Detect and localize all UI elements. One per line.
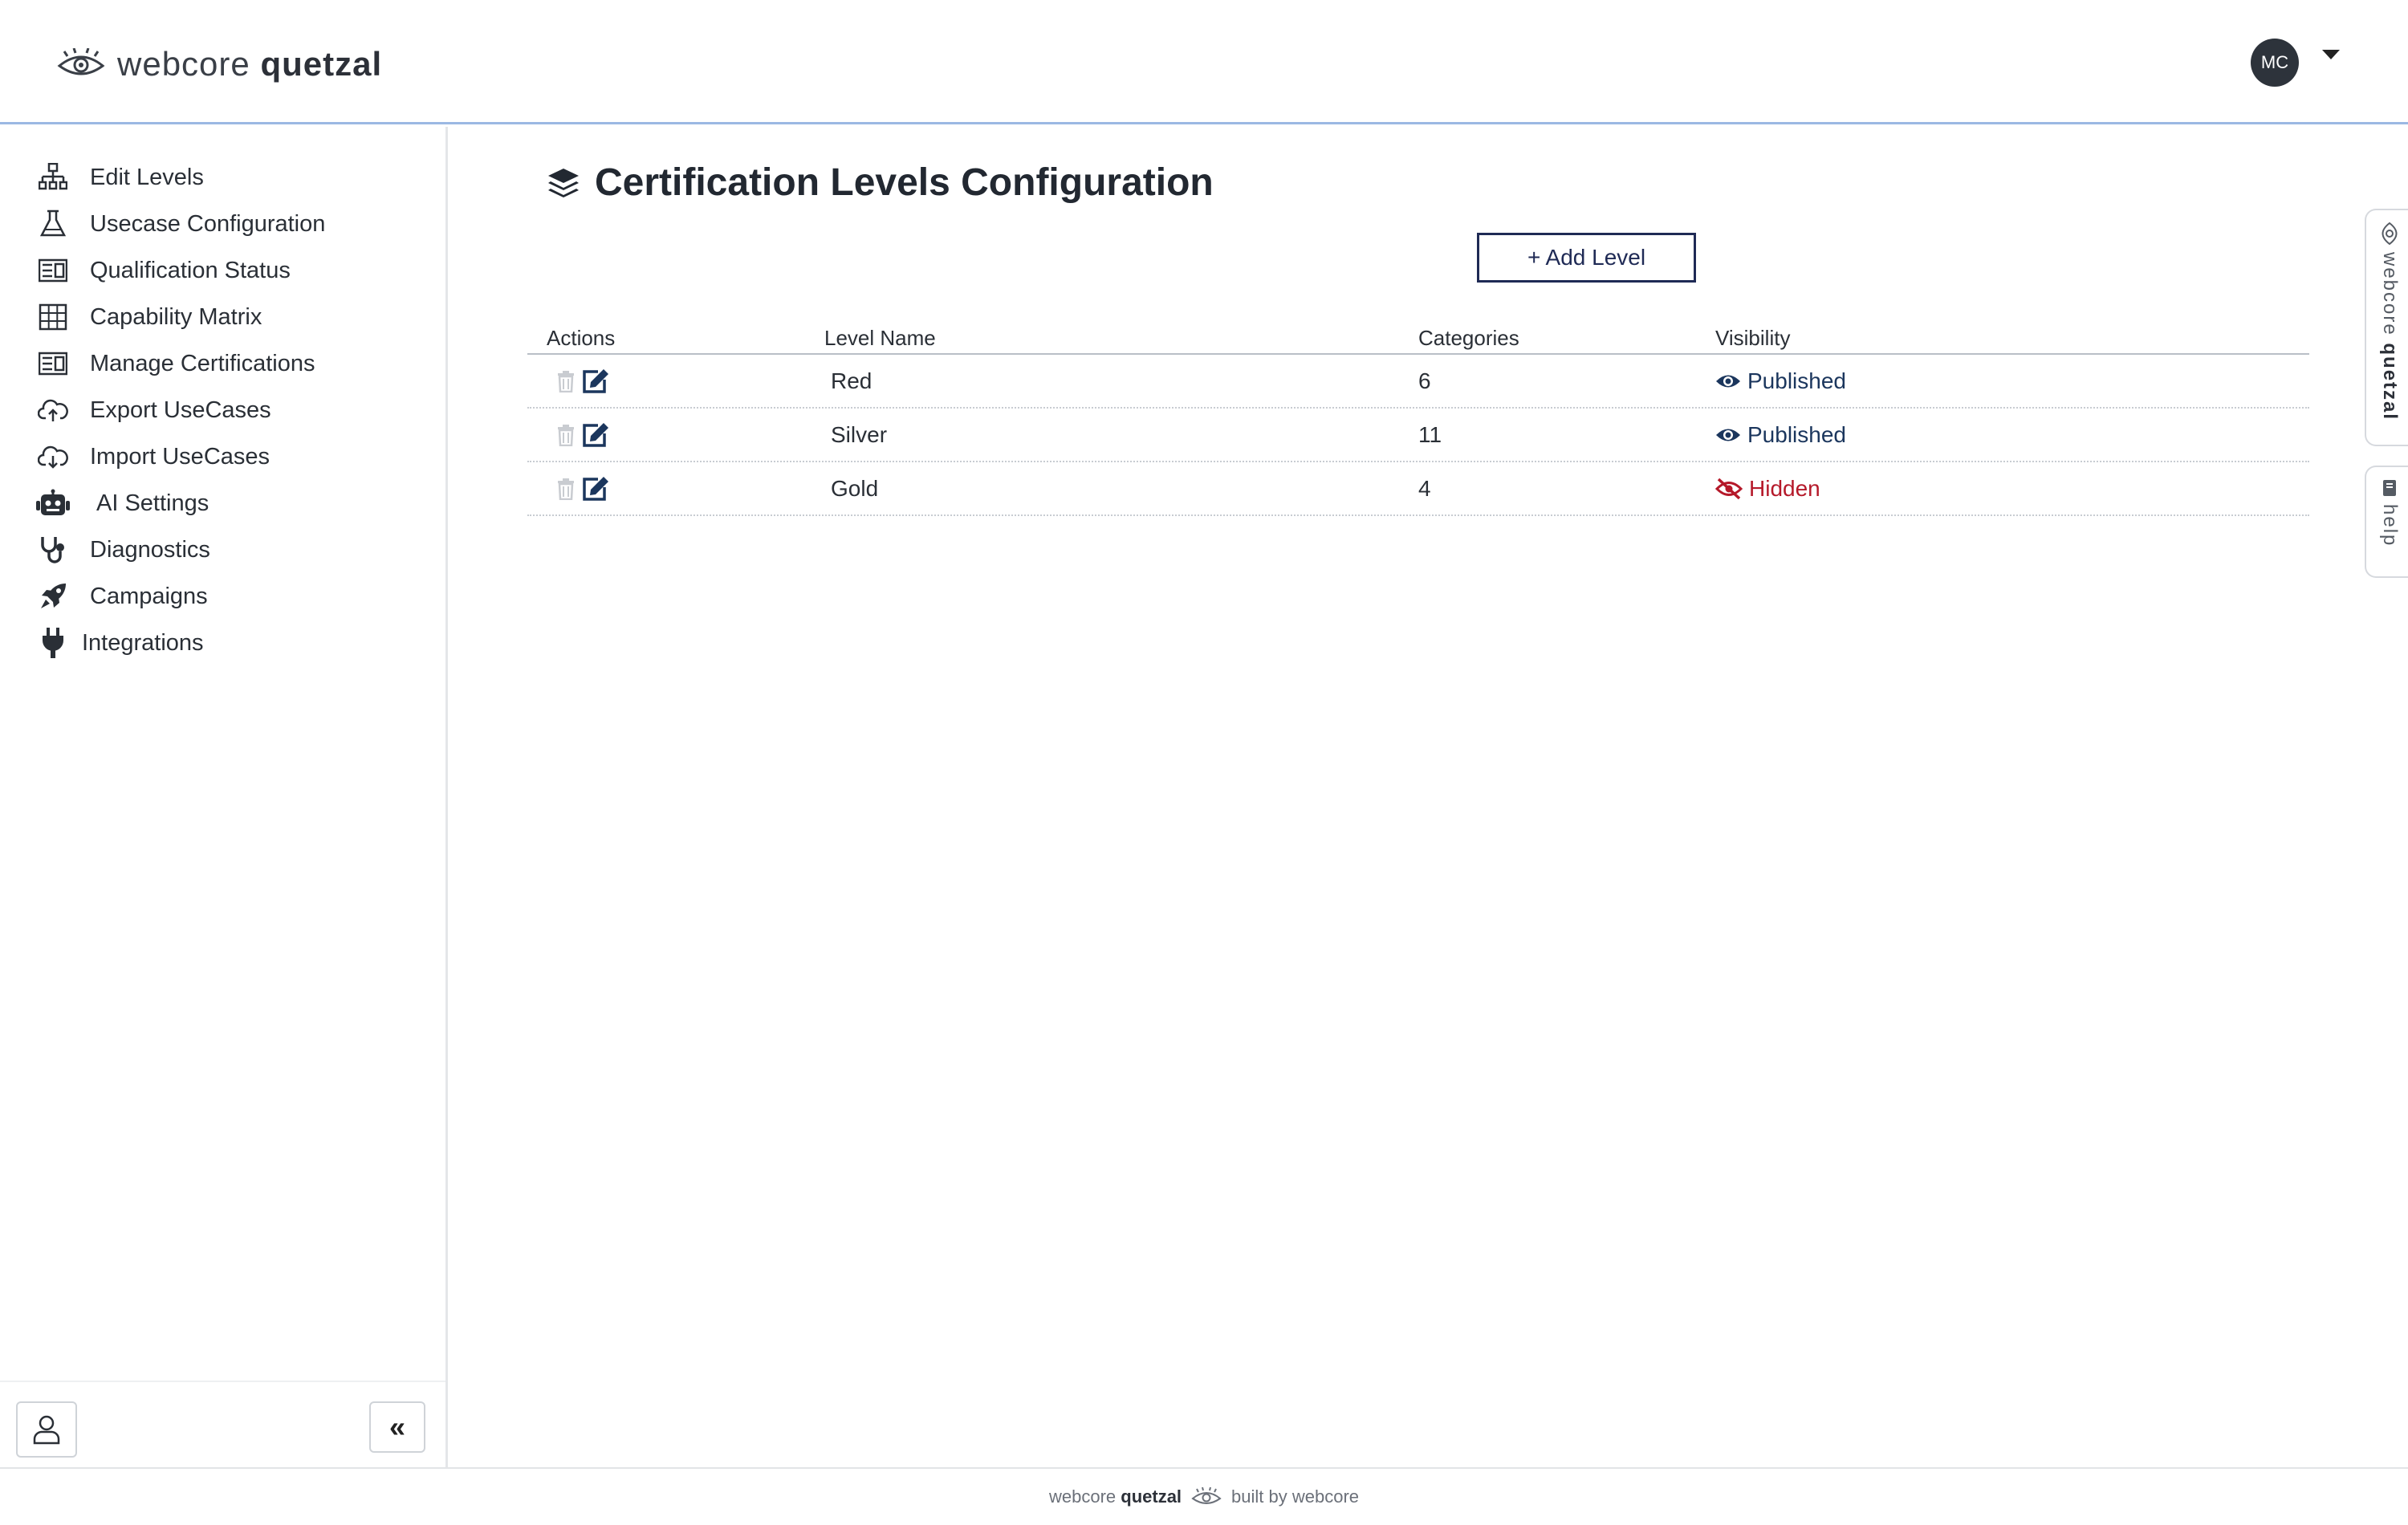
avatar[interactable]: MC xyxy=(2251,39,2299,87)
rocket-icon xyxy=(35,579,71,614)
table-row: Red 6 Published xyxy=(527,355,2309,409)
sidebar-item-import-usecases[interactable]: Import UseCases xyxy=(0,433,445,480)
sidebar: Edit Levels Usecase Configuration Qualif… xyxy=(0,127,448,1469)
level-name-cell: Gold xyxy=(831,475,879,501)
sidebar-item-label: Usecase Configuration xyxy=(90,210,326,237)
main-content: Certification Levels Configuration + Add… xyxy=(450,127,2361,1469)
sidebar-item-manage-certifications[interactable]: Manage Certifications xyxy=(0,340,445,387)
level-name-cell: Red xyxy=(831,368,872,393)
sidebar-item-ai-settings[interactable]: AI Settings xyxy=(0,480,445,527)
side-tab-brand[interactable]: webcore quetzal xyxy=(2365,209,2408,446)
page-title: Certification Levels Configuration xyxy=(547,161,1214,205)
visibility-label: Published xyxy=(1747,421,1846,447)
page-footer: webcore quetzal built by webcore xyxy=(0,1467,2408,1525)
trash-icon[interactable] xyxy=(556,424,576,446)
row-actions xyxy=(527,422,824,448)
page-title-text: Certification Levels Configuration xyxy=(595,161,1214,204)
cloud-upload-icon xyxy=(35,392,71,428)
sidebar-item-label: AI Settings xyxy=(96,490,209,516)
visibility-label: Hidden xyxy=(1749,475,1820,501)
sidebar-item-label: Capability Matrix xyxy=(90,303,262,330)
level-name-cell: Silver xyxy=(831,421,888,447)
eye-icon xyxy=(1716,375,1740,387)
sidebar-item-label: Integrations xyxy=(82,629,204,656)
edit-icon[interactable] xyxy=(582,368,609,394)
categories-cell: 4 xyxy=(1418,475,1431,501)
edit-icon[interactable] xyxy=(582,476,609,502)
row-actions xyxy=(527,476,824,502)
visibility-cell[interactable]: Hidden xyxy=(1715,476,2309,502)
visibility-label: Published xyxy=(1747,368,1846,393)
user-icon xyxy=(33,1415,60,1445)
sidebar-item-label: Manage Certifications xyxy=(90,350,315,376)
list-card-icon xyxy=(35,253,71,288)
brand-name: webcore quetzal xyxy=(117,45,383,83)
grid-icon xyxy=(35,299,71,335)
sidebar-item-integrations[interactable]: Integrations xyxy=(0,620,445,666)
sidebar-item-edit-levels[interactable]: Edit Levels xyxy=(0,154,445,201)
eye-slash-icon xyxy=(1715,478,1743,499)
sidebar-item-label: Import UseCases xyxy=(90,443,270,470)
sidebar-item-label: Export UseCases xyxy=(90,396,271,423)
sidebar-nav: Edit Levels Usecase Configuration Qualif… xyxy=(0,127,445,666)
table-row: Gold 4 Hidden xyxy=(527,462,2309,516)
row-actions xyxy=(527,368,824,394)
visibility-cell[interactable]: Published xyxy=(1715,368,2309,394)
categories-cell: 11 xyxy=(1418,421,1442,447)
column-header-actions: Actions xyxy=(547,325,616,350)
sidebar-item-diagnostics[interactable]: Diagnostics xyxy=(0,527,445,573)
top-header: webcore quetzal MC xyxy=(0,0,2408,124)
sidebar-item-label: Qualification Status xyxy=(90,257,291,283)
table-row: Silver 11 Published xyxy=(527,409,2309,462)
column-header-categories: Categories xyxy=(1418,325,1519,350)
profile-button[interactable] xyxy=(16,1401,77,1458)
sidebar-item-label: Edit Levels xyxy=(90,164,204,190)
side-tab-help[interactable]: help xyxy=(2365,466,2408,578)
edit-icon[interactable] xyxy=(582,422,609,448)
column-header-visibility: Visibility xyxy=(1715,325,1791,350)
sidebar-item-usecase-configuration[interactable]: Usecase Configuration xyxy=(0,201,445,247)
sidebar-item-label: Campaigns xyxy=(90,583,208,609)
brand-logo[interactable]: webcore quetzal xyxy=(56,45,382,83)
side-tab-brand-label: webcore quetzal xyxy=(2379,252,2401,421)
sidebar-item-label: Diagnostics xyxy=(90,536,210,563)
visibility-cell[interactable]: Published xyxy=(1715,422,2309,448)
sidebar-item-export-usecases[interactable]: Export UseCases xyxy=(0,387,445,433)
side-tab-help-label: help xyxy=(2379,504,2401,547)
robot-icon xyxy=(35,486,71,521)
eye-logo-icon xyxy=(57,48,105,75)
cloud-download-icon xyxy=(35,439,71,474)
footer-brand: webcore quetzal xyxy=(1048,1486,1182,1507)
footer-built-by: built by webcore xyxy=(1231,1486,1360,1507)
eye-logo-icon xyxy=(2382,222,2398,246)
collapse-sidebar-button[interactable]: « xyxy=(369,1401,425,1453)
sidebar-item-campaigns[interactable]: Campaigns xyxy=(0,573,445,620)
table-header: Actions Level Name Categories Visibility xyxy=(527,323,2309,355)
chevron-down-icon[interactable] xyxy=(2322,50,2340,59)
sitemap-icon xyxy=(35,160,71,195)
layers-icon xyxy=(548,168,579,197)
stethoscope-icon xyxy=(35,532,71,567)
plug-icon xyxy=(35,625,71,661)
categories-cell: 6 xyxy=(1418,368,1431,393)
levels-table: Actions Level Name Categories Visibility… xyxy=(527,323,2309,516)
trash-icon[interactable] xyxy=(556,478,576,500)
flask-icon xyxy=(35,206,71,242)
trash-icon[interactable] xyxy=(556,370,576,392)
sidebar-item-qualification-status[interactable]: Qualification Status xyxy=(0,247,445,294)
eye-icon xyxy=(1716,429,1740,441)
sidebar-footer: « xyxy=(0,1381,445,1469)
list-card-icon xyxy=(35,346,71,381)
column-header-level-name: Level Name xyxy=(824,325,936,350)
add-level-button[interactable]: + Add Level xyxy=(1477,233,1696,283)
sidebar-item-capability-matrix[interactable]: Capability Matrix xyxy=(0,294,445,340)
eye-logo-icon xyxy=(1191,1487,1222,1504)
book-icon xyxy=(2383,480,2396,496)
